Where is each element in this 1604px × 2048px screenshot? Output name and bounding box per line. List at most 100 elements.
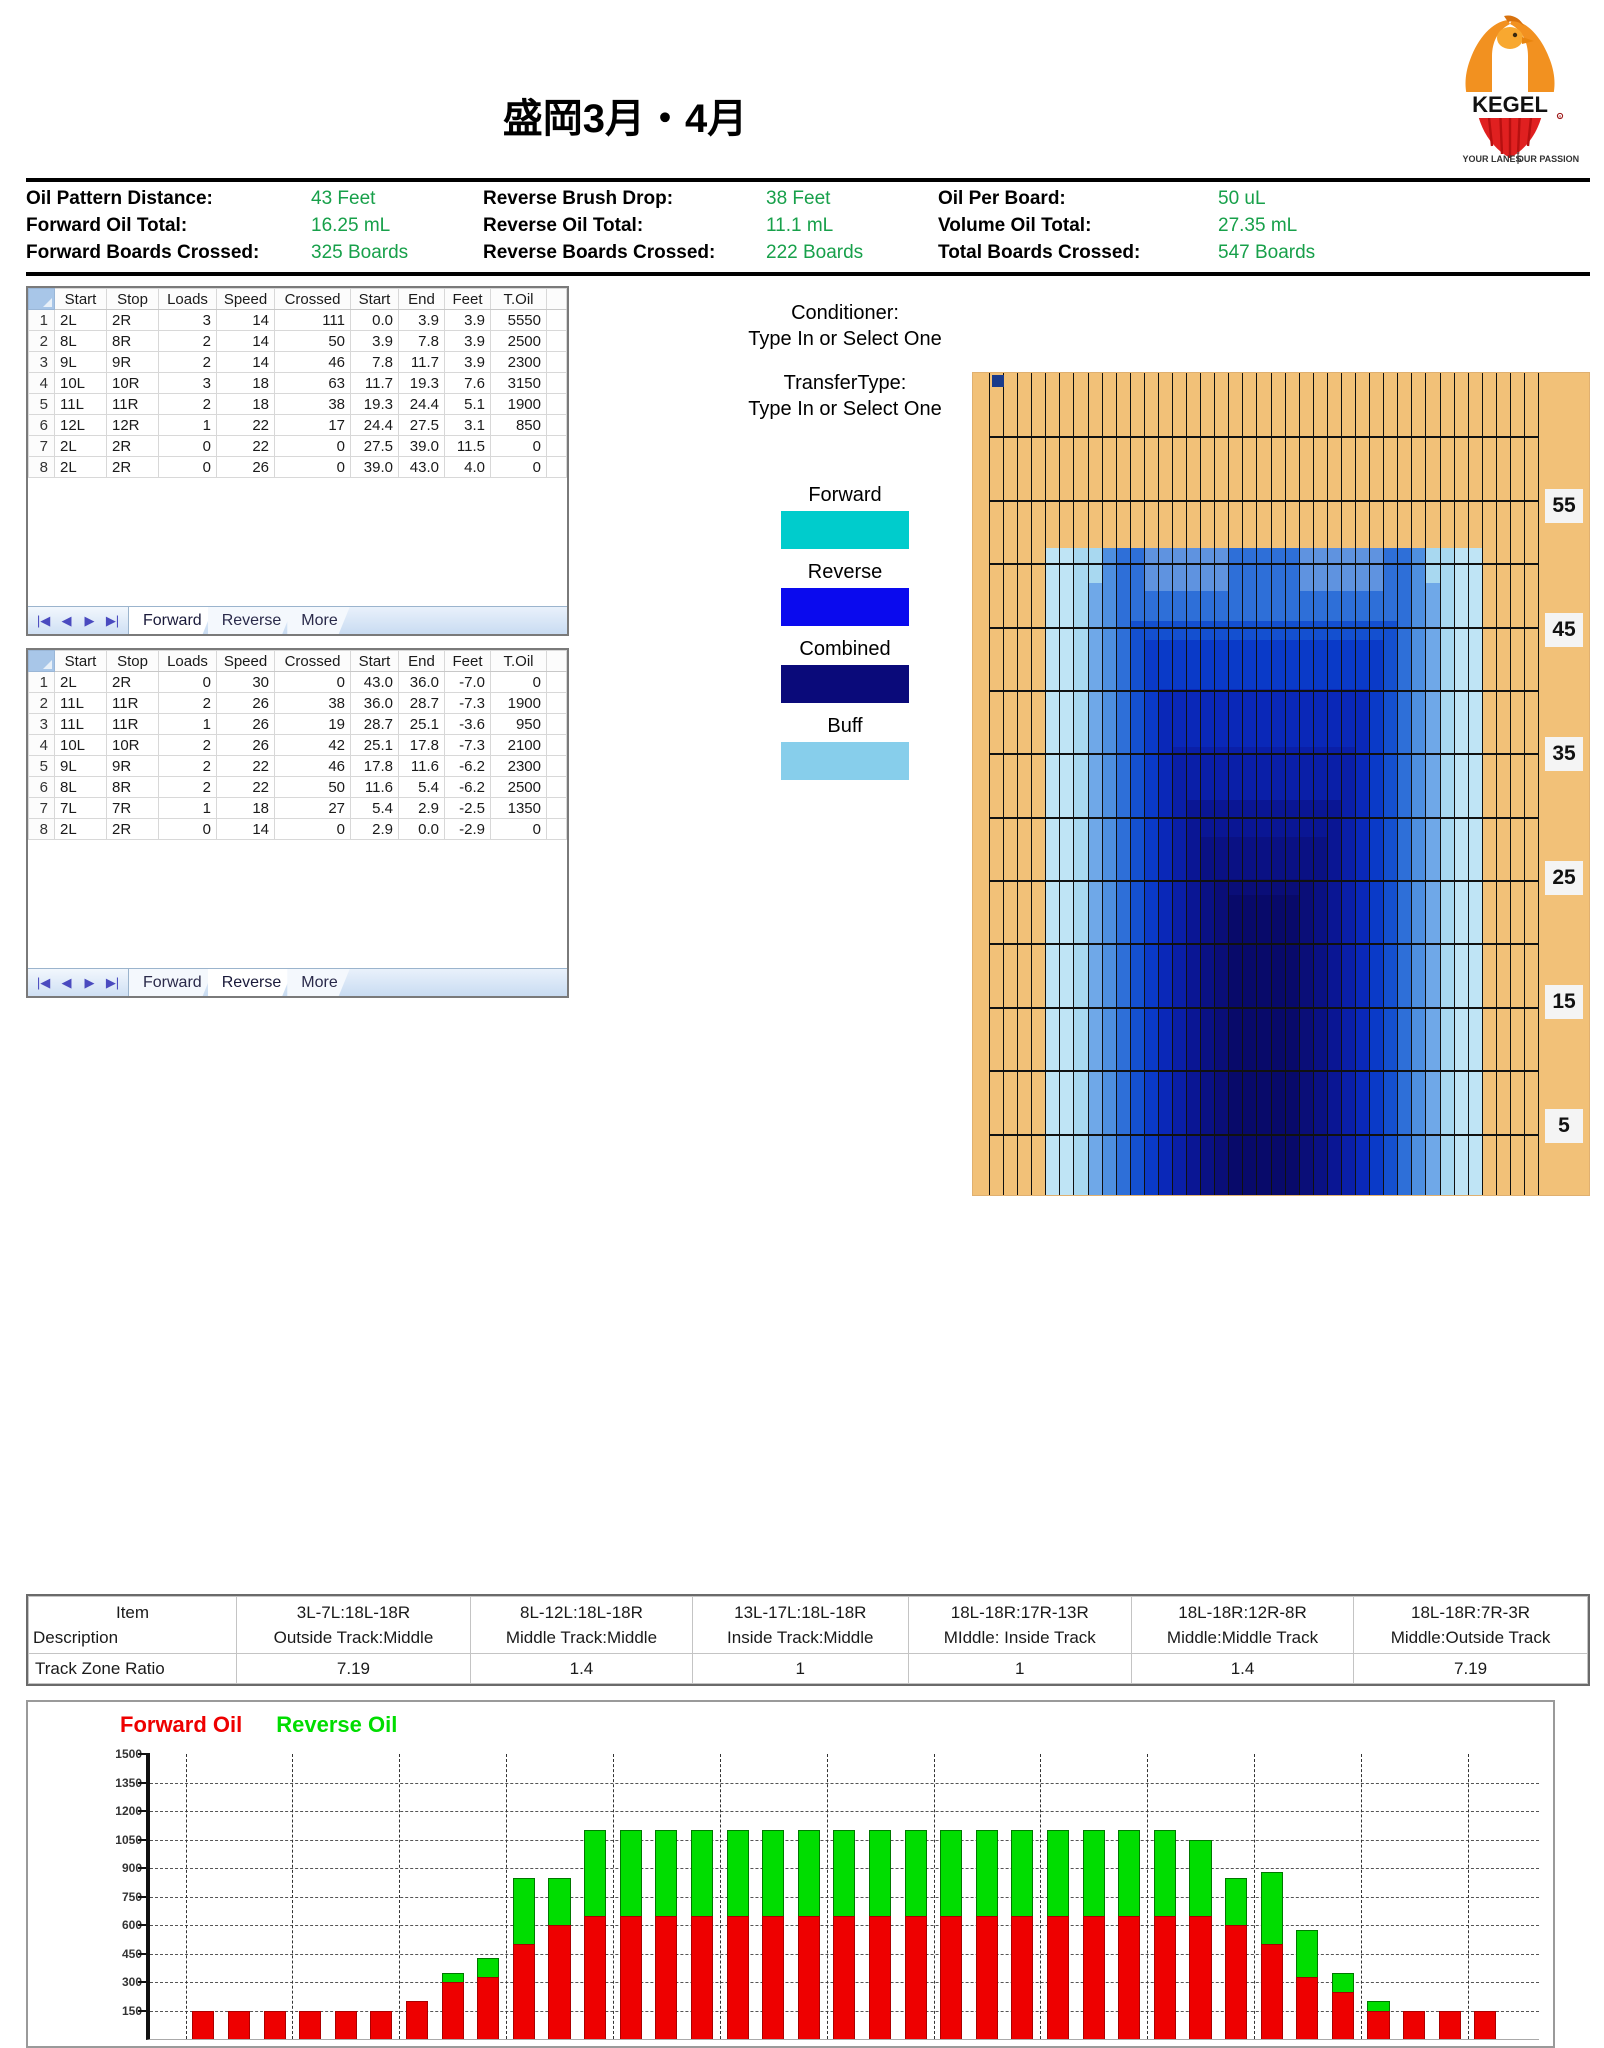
column-header[interactable]: Speed — [216, 288, 275, 310]
table-cell[interactable]: 9L — [54, 351, 107, 373]
table-cell[interactable]: -7.3 — [444, 734, 491, 756]
table-cell[interactable]: 7.8 — [350, 351, 399, 373]
table-row[interactable]: 1 2L 2R 3 14 111 0.0 3.9 3.9 5550 — [28, 309, 567, 331]
grid-nav-buttons[interactable]: |◀ ◀ ▶ ▶| — [28, 969, 129, 996]
table-cell[interactable]: 0 — [274, 435, 351, 457]
row-number[interactable]: 1 — [28, 309, 55, 331]
table-cell[interactable]: 2500 — [490, 330, 547, 352]
table-cell[interactable]: 38 — [274, 393, 351, 415]
column-header[interactable]: Start — [350, 650, 399, 672]
table-cell[interactable]: 2 — [158, 393, 217, 415]
column-header[interactable]: T.Oil — [490, 650, 547, 672]
table-cell[interactable]: 46 — [274, 755, 351, 777]
tab-reverse[interactable]: Reverse — [208, 969, 294, 996]
table-cell[interactable]: 3.9 — [350, 330, 399, 352]
row-number[interactable]: 2 — [28, 692, 55, 714]
table-cell[interactable]: 2R — [106, 456, 159, 478]
column-header[interactable]: T.Oil — [490, 288, 547, 310]
row-number[interactable]: 6 — [28, 414, 55, 436]
table-cell[interactable]: 950 — [490, 713, 547, 735]
table-cell[interactable]: 3.9 — [398, 309, 445, 331]
table-cell[interactable]: 1 — [158, 797, 217, 819]
table-cell[interactable]: 19.3 — [398, 372, 445, 394]
table-cell[interactable]: 11R — [106, 393, 159, 415]
table-cell[interactable]: 8L — [54, 330, 107, 352]
table-cell[interactable]: 10L — [54, 372, 107, 394]
table-cell[interactable]: 0 — [274, 818, 351, 840]
table-cell[interactable]: 18 — [216, 393, 275, 415]
table-cell[interactable]: -6.2 — [444, 776, 491, 798]
table-row[interactable]: 7 7L 7R 1 18 27 5.4 2.9 -2.5 1350 — [28, 797, 567, 819]
forward-grid-tabstrip[interactable]: |◀ ◀ ▶ ▶| Forward Reverse More — [28, 606, 567, 634]
table-cell[interactable]: 17.8 — [398, 734, 445, 756]
row-number[interactable]: 8 — [28, 456, 55, 478]
table-cell[interactable]: 2 — [158, 330, 217, 352]
table-cell[interactable]: 0 — [158, 456, 217, 478]
table-row[interactable]: 5 9L 9R 2 22 46 17.8 11.6 -6.2 2300 — [28, 755, 567, 777]
table-cell[interactable]: 0 — [490, 671, 547, 693]
column-header[interactable]: Feet — [444, 288, 491, 310]
row-number[interactable]: 4 — [28, 734, 55, 756]
table-row[interactable]: 2 11L 11R 2 26 38 36.0 28.7 -7.3 1900 — [28, 692, 567, 714]
row-number[interactable]: 3 — [28, 351, 55, 373]
tab-forward[interactable]: Forward — [129, 969, 214, 996]
table-cell[interactable]: 28.7 — [398, 692, 445, 714]
table-cell[interactable]: 24.4 — [350, 414, 399, 436]
table-cell[interactable]: 18 — [216, 372, 275, 394]
table-cell[interactable]: 2100 — [490, 734, 547, 756]
table-cell[interactable]: 2L — [54, 456, 107, 478]
transfertype-value[interactable]: Type In or Select One — [748, 398, 941, 420]
table-cell[interactable]: 7R — [106, 797, 159, 819]
table-cell[interactable]: 0.0 — [350, 309, 399, 331]
select-all-corner[interactable] — [28, 288, 55, 310]
table-cell[interactable]: 5.4 — [398, 776, 445, 798]
column-header[interactable]: Loads — [158, 288, 217, 310]
table-row[interactable]: 3 9L 9R 2 14 46 7.8 11.7 3.9 2300 — [28, 351, 567, 373]
reverse-grid-tabstrip[interactable]: |◀ ◀ ▶ ▶| Forward Reverse More — [28, 968, 567, 996]
table-cell[interactable]: 50 — [274, 330, 351, 352]
row-number[interactable]: 7 — [28, 797, 55, 819]
table-cell[interactable]: 22 — [216, 755, 275, 777]
table-cell[interactable]: 0 — [158, 435, 217, 457]
table-cell[interactable]: 2 — [158, 351, 217, 373]
table-cell[interactable]: 12L — [54, 414, 107, 436]
select-all-corner[interactable] — [28, 650, 55, 672]
table-cell[interactable]: 46 — [274, 351, 351, 373]
row-number[interactable]: 3 — [28, 713, 55, 735]
table-row[interactable]: 6 8L 8R 2 22 50 11.6 5.4 -6.2 2500 — [28, 776, 567, 798]
record-nav-button[interactable]: ▶ — [78, 975, 101, 991]
table-cell[interactable]: 2L — [54, 309, 107, 331]
record-nav-button[interactable]: |◀ — [32, 975, 55, 991]
table-cell[interactable]: 0 — [158, 818, 217, 840]
table-cell[interactable]: 3.9 — [444, 309, 491, 331]
table-cell[interactable]: 11.7 — [350, 372, 399, 394]
table-cell[interactable]: 9R — [106, 755, 159, 777]
table-cell[interactable]: 43.0 — [398, 456, 445, 478]
table-cell[interactable]: 25.1 — [350, 734, 399, 756]
table-cell[interactable]: 0 — [158, 671, 217, 693]
table-cell[interactable]: 39.0 — [350, 456, 399, 478]
tab-forward[interactable]: Forward — [129, 607, 214, 634]
table-cell[interactable]: 22 — [216, 435, 275, 457]
table-cell[interactable]: 3 — [158, 372, 217, 394]
table-cell[interactable]: 1 — [158, 713, 217, 735]
table-cell[interactable]: 0 — [490, 456, 547, 478]
record-nav-button[interactable]: ▶ — [78, 613, 101, 629]
table-cell[interactable]: 11.7 — [398, 351, 445, 373]
table-row[interactable]: 8 2L 2R 0 14 0 2.9 0.0 -2.9 0 — [28, 818, 567, 840]
table-cell[interactable]: 14 — [216, 818, 275, 840]
column-header[interactable]: Crossed — [274, 650, 351, 672]
table-cell[interactable]: 2.9 — [350, 818, 399, 840]
table-cell[interactable]: 0 — [490, 435, 547, 457]
table-cell[interactable]: 2R — [106, 671, 159, 693]
column-header[interactable]: Stop — [106, 288, 159, 310]
table-cell[interactable]: 11L — [54, 713, 107, 735]
table-cell[interactable]: 38 — [274, 692, 351, 714]
table-cell[interactable]: 2R — [106, 435, 159, 457]
table-cell[interactable]: 36.0 — [398, 671, 445, 693]
table-cell[interactable]: 50 — [274, 776, 351, 798]
table-cell[interactable]: 8L — [54, 776, 107, 798]
table-cell[interactable]: 11.5 — [444, 435, 491, 457]
table-cell[interactable]: 2L — [54, 671, 107, 693]
table-cell[interactable]: 10L — [54, 734, 107, 756]
